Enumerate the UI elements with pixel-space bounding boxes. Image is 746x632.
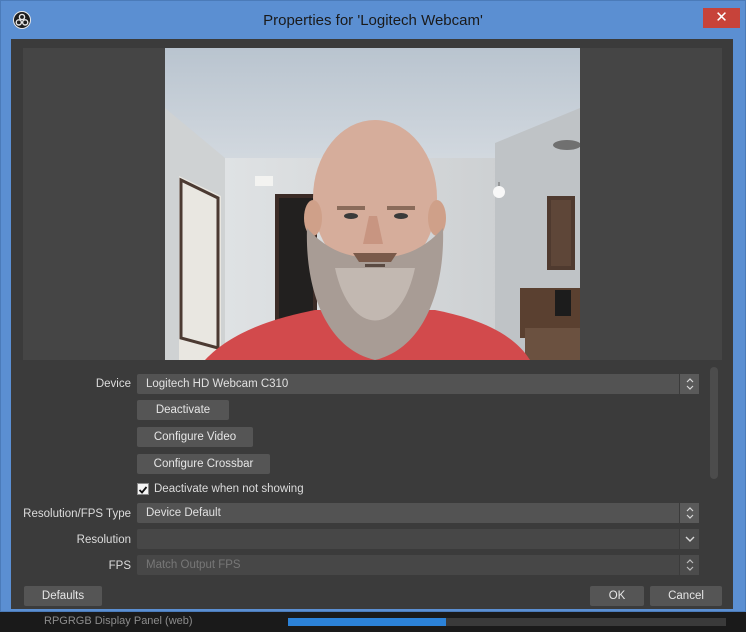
configure-video-button[interactable]: Configure Video [137, 427, 253, 447]
updown-arrows-icon [679, 374, 699, 394]
resolution-fps-type-value: Device Default [146, 507, 221, 519]
background-taskbar-text: RPGRGB Display Panel (web) [44, 615, 193, 627]
updown-arrows-icon [679, 555, 699, 575]
deactivate-when-not-showing-label: Deactivate when not showing [154, 483, 304, 495]
deactivate-when-not-showing-checkbox[interactable] [137, 483, 149, 495]
webcam-preview-image [165, 48, 580, 360]
resolution-fps-type-select[interactable]: Device Default [137, 503, 699, 523]
cancel-button[interactable]: Cancel [650, 586, 722, 606]
properties-dialog: Properties for 'Logitech Webcam' ✕ Devic… [0, 0, 746, 612]
ok-button[interactable]: OK [590, 586, 644, 606]
device-select-value: Logitech HD Webcam C310 [146, 378, 289, 390]
device-select[interactable]: Logitech HD Webcam C310 [137, 374, 699, 394]
chevron-down-icon [679, 529, 699, 549]
device-label: Device [95, 378, 131, 390]
deactivate-button[interactable]: Deactivate [137, 400, 229, 420]
background-progress [288, 618, 446, 626]
source-preview [23, 48, 722, 360]
updown-arrows-icon [679, 503, 699, 523]
background-progress-track [446, 618, 726, 626]
checkmark-icon [138, 486, 148, 494]
fps-label: FPS [108, 560, 131, 572]
dialog-client-area: Device Logitech HD Webcam C310 Deactivat… [11, 39, 733, 609]
configure-crossbar-button[interactable]: Configure Crossbar [137, 454, 270, 474]
resolution-label: Resolution [76, 534, 131, 546]
defaults-button[interactable]: Defaults [24, 586, 102, 606]
fps-value: Match Output FPS [146, 559, 241, 571]
properties-scrollbar[interactable] [710, 367, 718, 479]
fps-select[interactable]: Match Output FPS [137, 555, 699, 575]
background-taskbar: RPGRGB Display Panel (web) [0, 612, 746, 632]
dialog-title: Properties for 'Logitech Webcam' [263, 12, 483, 29]
resolution-fps-type-label: Resolution/FPS Type [23, 508, 131, 520]
resolution-select[interactable] [137, 529, 699, 549]
title-bar[interactable]: Properties for 'Logitech Webcam' ✕ [1, 1, 745, 39]
close-button[interactable]: ✕ [703, 8, 740, 28]
